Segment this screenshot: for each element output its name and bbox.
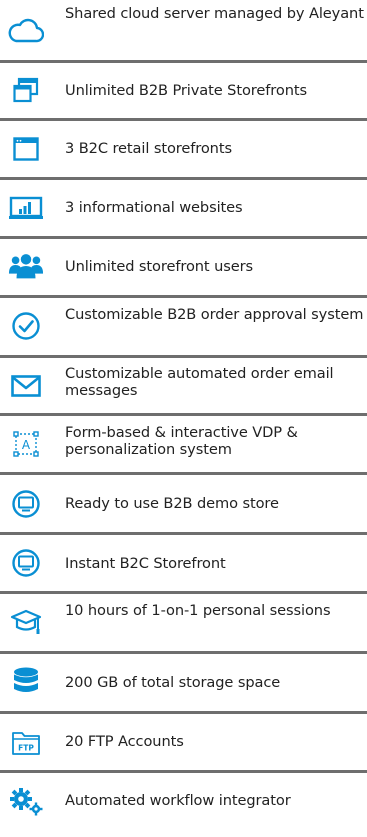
monitor-circle-icon [8, 486, 44, 522]
feature-item-b2b-demo-store: Ready to use B2B demo store [0, 475, 367, 532]
feature-item-order-approval: Customizable B2B order approval system [0, 298, 367, 355]
graduation-cap-icon [8, 605, 44, 641]
feature-item-vdp-personalization: A Form-based & interactive VDP & persona… [0, 416, 367, 472]
users-icon [8, 248, 44, 284]
feature-label: Unlimited storefront users [65, 258, 254, 275]
feature-label: Unlimited B2B Private Storefronts [65, 82, 307, 99]
svg-text:A: A [22, 438, 31, 452]
svg-text:FTP: FTP [18, 744, 34, 753]
feature-item-b2c-retail: 3 B2C retail storefronts [0, 121, 367, 177]
windows-icon [8, 72, 44, 108]
checkmark-circle-icon [8, 308, 44, 344]
feature-label: 10 hours of 1-on-1 personal sessions [65, 602, 331, 619]
feature-label: Ready to use B2B demo store [65, 495, 279, 512]
feature-item-b2c-storefront: Instant B2C Storefront [0, 535, 367, 591]
feature-label: 200 GB of total storage space [65, 674, 281, 691]
feature-label: 3 informational websites [65, 199, 243, 216]
vdp-text-frame-icon: A [8, 426, 44, 462]
database-icon [8, 664, 44, 700]
feature-label: Instant B2C Storefront [65, 555, 226, 572]
feature-label: 3 B2C retail storefronts [65, 140, 232, 157]
bar-chart-icon [8, 190, 44, 226]
feature-item-personal-sessions: 10 hours of 1-on-1 personal sessions [0, 594, 367, 651]
gears-icon [8, 783, 44, 819]
feature-item-cloud-server: Shared cloud server managed by Aleyant [0, 0, 367, 60]
monitor-circle-icon [8, 545, 44, 581]
feature-item-storefront-users: Unlimited storefront users [0, 239, 367, 295]
feature-item-storage-space: 200 GB of total storage space [0, 654, 367, 711]
feature-label: Shared cloud server managed by Aleyant [65, 5, 364, 22]
feature-list: Shared cloud server managed by Aleyant U… [0, 0, 367, 837]
feature-label: Customizable automated order email messa… [65, 365, 334, 399]
feature-item-informational-websites: 3 informational websites [0, 180, 367, 236]
feature-label: Automated workflow integrator [65, 792, 291, 809]
feature-item-workflow-integrator: Automated workflow integrator [0, 773, 367, 837]
feature-item-b2b-storefronts: Unlimited B2B Private Storefronts [0, 63, 367, 118]
feature-item-email-messages: Customizable automated order email messa… [0, 358, 367, 413]
envelope-icon [8, 368, 44, 404]
feature-label: 20 FTP Accounts [65, 733, 184, 750]
browser-window-icon [8, 131, 44, 167]
cloud-icon [8, 12, 44, 48]
feature-label: Form-based & interactive VDP & personali… [65, 424, 298, 458]
feature-label: Customizable B2B order approval system [65, 306, 364, 323]
ftp-folder-icon: FTP [8, 725, 44, 761]
feature-item-ftp-accounts: FTP 20 FTP Accounts [0, 714, 367, 770]
